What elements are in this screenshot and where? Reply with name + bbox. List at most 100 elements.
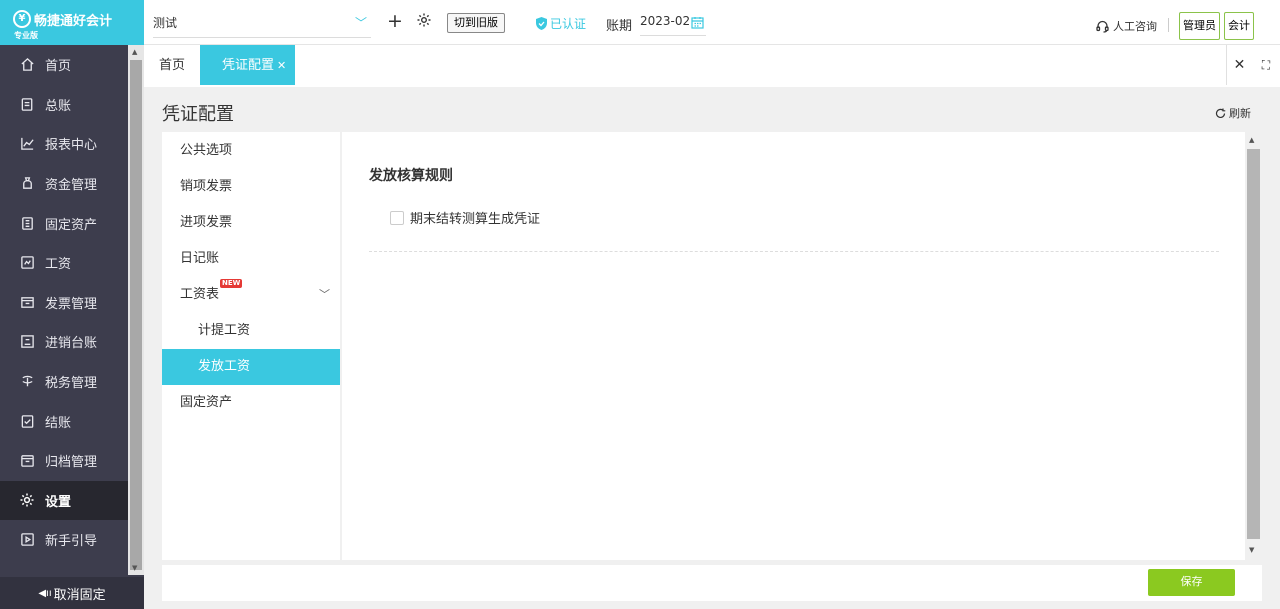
support-button[interactable]: 人工咨询 — [1096, 18, 1157, 34]
menu-item-pay-salary[interactable]: 发放工资 — [162, 349, 340, 385]
chart-icon — [18, 135, 36, 153]
sidebar-item-closing[interactable]: 结账 — [0, 401, 128, 441]
sidebar-item-ledger[interactable]: 总账 — [0, 85, 128, 125]
chevron-down-icon: ﹀ — [354, 16, 367, 30]
brand-logo-icon: ¥ — [13, 10, 31, 28]
unpin-label: 取消固定 — [53, 587, 106, 603]
sidebar-item-label: 归档管理 — [45, 455, 98, 471]
sidebar-scrollbar[interactable]: ▲ ▼ — [128, 45, 144, 575]
sidebar-item-settings[interactable]: 设置 — [0, 480, 128, 521]
checkbox-label: 期末结转测算生成凭证 — [410, 212, 541, 227]
period-value: 2023-02 — [640, 14, 691, 28]
scroll-up-icon[interactable]: ▲ — [1249, 136, 1254, 144]
sidebar-item-label: 固定资产 — [45, 217, 98, 233]
menu-item-label: 计提工资 — [198, 323, 251, 338]
switch-old-version-button[interactable]: 切到旧版 — [447, 13, 505, 33]
money-bag-icon — [18, 175, 36, 193]
inventory-icon — [18, 333, 36, 351]
tab-voucher-config[interactable]: 凭证配置 ✕ — [200, 45, 295, 85]
asset-icon — [18, 214, 36, 232]
sidebar-item-fixed-assets[interactable]: 固定资产 — [0, 203, 128, 243]
config-menu: 公共选项 销项发票 进项发票 日记账 工资表 NEW ﹀ 计提工资 发放工资 固… — [162, 132, 340, 560]
period-end-voucher-option[interactable]: 期末结转测算生成凭证 — [390, 208, 540, 227]
settings-gear-icon[interactable] — [416, 12, 432, 28]
sidebar-item-salary[interactable]: 工资 — [0, 243, 128, 283]
role-accountant-button[interactable]: 会计 — [1224, 12, 1254, 40]
menu-item-purchase-invoice[interactable]: 进项发票 — [162, 205, 340, 241]
new-badge: NEW — [220, 279, 243, 288]
sidebar-item-tax[interactable]: 税务管理 — [0, 362, 128, 402]
certified-badge[interactable]: 已认证 — [536, 15, 586, 32]
sidebar-item-funds[interactable]: 资金管理 — [0, 164, 128, 204]
page-title: 凭证配置 — [162, 104, 234, 125]
period-picker[interactable]: 2023-02 — [640, 14, 706, 36]
scroll-down-icon[interactable]: ▼ — [132, 564, 137, 572]
tab-home[interactable]: 首页 — [159, 45, 185, 85]
sidebar-item-label: 总账 — [45, 98, 72, 114]
sidebar-item-label: 新手引导 — [45, 534, 98, 550]
sidebar-item-label: 资金管理 — [45, 178, 98, 194]
guide-icon — [18, 531, 36, 549]
shield-check-icon — [536, 17, 547, 30]
sidebar-item-label: 进销台账 — [45, 336, 98, 352]
calendar-icon — [691, 16, 704, 29]
menu-item-label: 销项发票 — [180, 179, 233, 194]
sidebar-item-guide[interactable]: 新手引导 — [0, 520, 128, 560]
menu-item-payroll[interactable]: 工资表 NEW ﹀ — [162, 277, 340, 313]
section-divider — [369, 251, 1219, 252]
ledger-icon — [18, 95, 36, 113]
sidebar-item-archive[interactable]: 归档管理 — [0, 441, 128, 481]
gear-icon — [18, 491, 36, 509]
sidebar-item-reports[interactable]: 报表中心 — [0, 124, 128, 164]
menu-item-sales-invoice[interactable]: 销项发票 — [162, 169, 340, 205]
sidebar-item-label: 首页 — [45, 59, 72, 75]
sidebar-item-label: 报表中心 — [45, 138, 98, 154]
chevron-down-icon: ﹀ — [319, 288, 330, 301]
sidebar-item-label: 工资 — [45, 257, 72, 273]
sidebar-item-home[interactable]: 首页 — [0, 45, 128, 85]
sidebar-scroll-thumb[interactable] — [130, 60, 142, 570]
invoice-icon — [18, 293, 36, 311]
sidebar-item-inventory[interactable]: 进销台账 — [0, 322, 128, 362]
top-bar: 测试 ﹀ + 切到旧版 已认证 账期 2023-02 人工咨询 管理员 会计 — [144, 0, 1280, 45]
sidebar-nav: 首页 总账 报表中心 资金管理 固定资产 工资 发票管理 进销台账 税务管理 结… — [0, 45, 128, 575]
menu-item-accrue-salary[interactable]: 计提工资 — [162, 313, 340, 349]
menu-item-label: 固定资产 — [180, 395, 233, 410]
headset-icon — [1096, 20, 1109, 33]
sidebar-item-invoices[interactable]: 发票管理 — [0, 283, 128, 323]
sidebar-item-label: 结账 — [45, 415, 72, 431]
app-edition: 专业版 — [14, 31, 38, 40]
close-tab-icon[interactable]: ✕ — [277, 59, 286, 72]
menu-item-fixed-assets[interactable]: 固定资产 — [162, 385, 340, 421]
main-scrollbar[interactable]: ▲ ▼ — [1245, 132, 1262, 560]
close-all-tabs-icon[interactable]: ✕ — [1226, 45, 1252, 85]
section-title: 发放核算规则 — [369, 168, 453, 184]
unpin-sidebar-button[interactable]: ◀ıı 取消固定 — [0, 577, 144, 609]
period-end-voucher-checkbox[interactable] — [390, 210, 404, 225]
app-logo[interactable]: ¥ 畅捷通好会计 专业版 — [0, 0, 144, 45]
scroll-up-icon[interactable]: ▲ — [132, 48, 137, 56]
main-scroll-thumb[interactable] — [1247, 149, 1260, 539]
menu-item-common-options[interactable]: 公共选项 — [162, 133, 340, 169]
company-select[interactable]: 测试 ﹀ — [153, 8, 371, 38]
menu-item-label: 发放工资 — [198, 359, 251, 374]
sidebar-item-label: 设置 — [45, 494, 72, 510]
save-button[interactable]: 保存 — [1148, 569, 1235, 596]
certified-label: 已认证 — [550, 17, 587, 31]
config-panel: 发放核算规则 期末结转测算生成凭证 — [342, 132, 1245, 560]
tab-label: 首页 — [159, 58, 186, 73]
archive-icon — [18, 452, 36, 470]
role-admin-button[interactable]: 管理员 — [1179, 12, 1220, 40]
menu-item-journal[interactable]: 日记账 — [162, 241, 340, 277]
scroll-down-icon[interactable]: ▼ — [1249, 546, 1254, 554]
tax-icon — [18, 373, 36, 391]
sidebar: ¥ 畅捷通好会计 专业版 首页 总账 报表中心 资金管理 固定资产 工资 发票管… — [0, 0, 144, 609]
add-icon[interactable]: + — [387, 11, 403, 31]
refresh-button[interactable]: 刷新 — [1215, 105, 1251, 121]
period-label: 账期 — [606, 19, 633, 34]
fullscreen-icon[interactable]: ⛶ — [1252, 45, 1280, 85]
unpin-icon: ◀ıı — [38, 587, 52, 599]
support-label: 人工咨询 — [1113, 20, 1157, 33]
tab-label: 凭证配置 — [222, 58, 275, 73]
menu-item-label: 进项发票 — [180, 215, 233, 230]
